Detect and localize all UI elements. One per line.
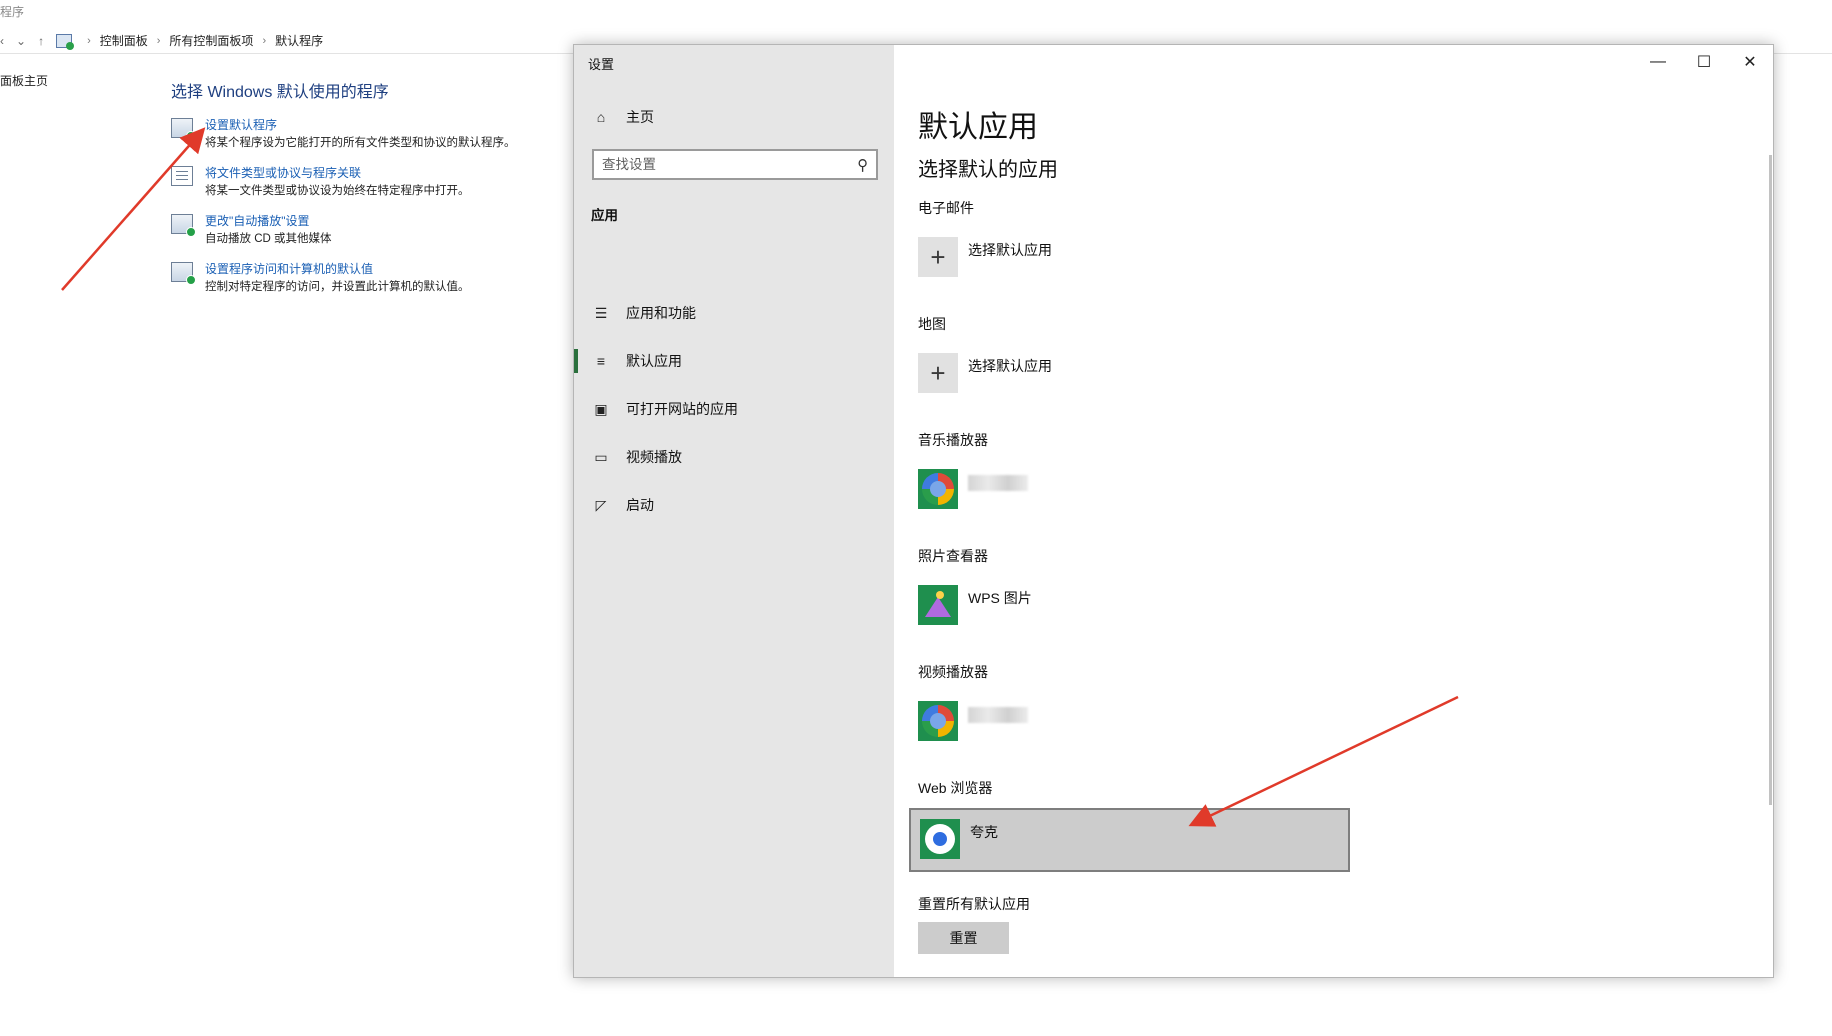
plus-icon: + (918, 237, 958, 277)
category-video-player: 视频播放器 (918, 662, 1378, 749)
redacted-app-name (968, 707, 1028, 723)
list-item: 设置程序访问和计算机的默认值 控制对特定程序的访问，并设置此计算机的默认值。 (171, 260, 571, 296)
media-player-icon (918, 701, 958, 741)
scrollbar[interactable] (1769, 155, 1772, 805)
app-name: 选择默认应用 (968, 358, 1052, 374)
startup-icon: ◸ (595, 496, 607, 513)
default-programs-icon (171, 118, 196, 141)
reset-label: 重置所有默认应用 (918, 896, 1030, 912)
default-browser-button[interactable]: 夸克 (909, 808, 1350, 872)
list-item: 设置默认程序 将某个程序设为它能打开的所有文件类型和协议的默认程序。 (171, 116, 571, 152)
nav-home-label: 主页 (626, 109, 654, 125)
autoplay-settings-link[interactable]: 更改"自动播放"设置 (205, 212, 332, 230)
reset-section: 重置所有默认应用 重置 (918, 894, 1378, 954)
item-description: 将某一文件类型或协议设为始终在特定程序中打开。 (205, 185, 470, 197)
nav-item-startup[interactable]: ◸ 启动 (574, 481, 894, 529)
control-panel-icon (56, 33, 75, 50)
video-icon: ▭ (594, 448, 608, 465)
back-arrow-icon[interactable]: ‹ (0, 34, 4, 48)
list-item: 更改"自动播放"设置 自动播放 CD 或其他媒体 (171, 212, 571, 248)
page-subtitle: 选择默认的应用 (918, 159, 1058, 181)
chevron-right-icon: › (262, 34, 267, 47)
category-label: 电子邮件 (918, 200, 974, 216)
maximize-button[interactable]: ☐ (1681, 45, 1727, 79)
program-access-defaults-link[interactable]: 设置程序访问和计算机的默认值 (205, 260, 470, 278)
list-item: 将文件类型或协议与程序关联 将某一文件类型或协议设为始终在特定程序中打开。 (171, 164, 571, 200)
page-title: 默认应用 (918, 111, 1038, 144)
redacted-app-name (968, 475, 1028, 491)
category-email: 电子邮件 + 选择默认应用 (918, 198, 1378, 285)
breadcrumb-item[interactable]: 默认程序 (275, 32, 323, 49)
choose-app-button[interactable]: + 选择默认应用 (918, 353, 1378, 401)
nav-item-label: 可打开网站的应用 (626, 401, 738, 417)
choose-app-button[interactable]: + 选择默认应用 (918, 237, 1378, 285)
close-button[interactable]: ✕ (1727, 45, 1773, 79)
category-label: 地图 (918, 316, 946, 332)
associate-file-type-link[interactable]: 将文件类型或协议与程序关联 (205, 164, 470, 182)
nav-home[interactable]: ⌂ 主页 (590, 107, 654, 127)
search-box[interactable]: ⚲ (592, 149, 878, 180)
window-title-fragment: 程序 (0, 5, 25, 19)
category-music-player: 音乐播放器 (918, 430, 1378, 517)
default-apps-icon: ≡ (596, 353, 606, 369)
app-name: 夸克 (970, 824, 998, 840)
nav-item-label: 视频播放 (626, 449, 682, 465)
app-name: WPS 图片 (968, 590, 1032, 606)
search-input[interactable] (602, 157, 842, 172)
search-icon[interactable]: ⚲ (857, 156, 868, 174)
nav-item-label: 启动 (626, 497, 654, 513)
nav-item-apps-features[interactable]: ☰ 应用和功能 (574, 289, 894, 337)
breadcrumb-item[interactable]: 所有控制面板项 (169, 32, 253, 49)
window-controls: — ☐ ✕ (1635, 45, 1773, 79)
item-description: 控制对特定程序的访问，并设置此计算机的默认值。 (205, 281, 470, 293)
control-panel-home-link[interactable]: 面板主页 (0, 72, 48, 89)
window-title: 设置 (588, 57, 615, 72)
up-arrow-icon[interactable]: ↑ (38, 34, 44, 48)
quark-browser-icon (920, 819, 960, 859)
chevron-right-icon: › (156, 34, 161, 47)
nav-item-video-playback[interactable]: ▭ 视频播放 (574, 433, 894, 481)
active-indicator (574, 349, 578, 373)
category-label: Web 浏览器 (918, 780, 993, 796)
category-photo-viewer: 照片查看器 WPS 图片 (918, 546, 1378, 633)
breadcrumb-item[interactable]: 控制面板 (100, 32, 148, 49)
app-name: 选择默认应用 (968, 242, 1052, 258)
category-label: 视频播放器 (918, 664, 988, 680)
default-app-button[interactable] (918, 469, 1378, 517)
control-panel-main: 选择 Windows 默认使用的程序 设置默认程序 将某个程序设为它能打开的所有… (171, 78, 571, 308)
category-web-browser: Web 浏览器 夸克 (909, 778, 1378, 872)
category-label: 照片查看器 (918, 548, 988, 564)
plus-icon: + (918, 353, 958, 393)
reset-button[interactable]: 重置 (918, 922, 1009, 954)
item-description: 自动播放 CD 或其他媒体 (205, 233, 332, 245)
default-app-button[interactable]: WPS 图片 (918, 585, 1378, 633)
settings-nav: ☰ 应用和功能 ≡ 默认应用 ▣ 可打开网站的应用 ▭ 视频播放 ◸ 启动 (574, 289, 894, 529)
web-apps-icon: ▣ (594, 400, 608, 417)
nav-item-default-apps[interactable]: ≡ 默认应用 (574, 337, 894, 385)
home-icon: ⌂ (596, 109, 606, 125)
category-maps: 地图 + 选择默认应用 (918, 314, 1378, 401)
nav-item-web-apps[interactable]: ▣ 可打开网站的应用 (574, 385, 894, 433)
history-chevron-icon[interactable]: ⌄ (16, 34, 26, 48)
list-icon: ☰ (594, 304, 608, 321)
page-title: 选择 Windows 默认使用的程序 (171, 84, 389, 101)
settings-window: 设置 ⌂ 主页 ⚲ 应用 ☰ 应用和功能 ≡ 默认应用 ▣ 可打 (573, 44, 1774, 978)
file-association-icon (171, 166, 193, 186)
chevron-right-icon: › (87, 34, 91, 47)
program-access-icon (171, 262, 196, 285)
item-description: 将某个程序设为它能打开的所有文件类型和协议的默认程序。 (205, 137, 516, 149)
default-app-button[interactable] (918, 701, 1378, 749)
control-panel-title: 程序 (0, 0, 1832, 22)
autoplay-icon (171, 214, 196, 237)
settings-sidebar: 设置 ⌂ 主页 ⚲ 应用 ☰ 应用和功能 ≡ 默认应用 ▣ 可打 (574, 45, 894, 977)
minimize-button[interactable]: — (1635, 45, 1681, 79)
nav-item-label: 默认应用 (626, 353, 682, 369)
section-label: 应用 (591, 208, 618, 223)
category-label: 音乐播放器 (918, 432, 988, 448)
wps-photo-icon (918, 585, 958, 625)
set-default-programs-link[interactable]: 设置默认程序 (205, 116, 516, 134)
media-player-icon (918, 469, 958, 509)
nav-item-label: 应用和功能 (626, 305, 696, 321)
